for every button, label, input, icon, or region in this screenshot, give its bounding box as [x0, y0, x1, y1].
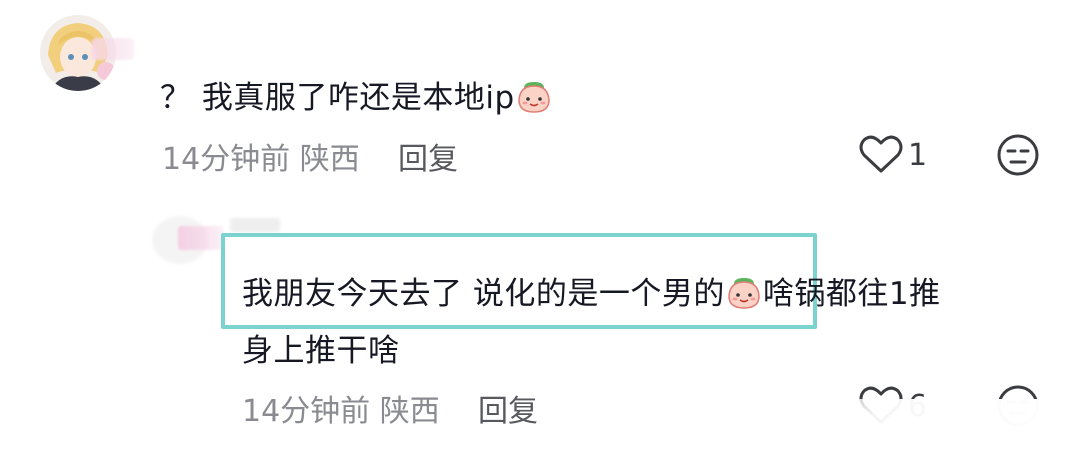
- comment-text-segment: ？ 我真服了咋还是本地ip: [160, 80, 515, 116]
- comment-text-line2: 身上推干啥: [242, 333, 400, 369]
- comment-location: 陕西: [379, 394, 440, 429]
- reply-button[interactable]: 回复: [398, 134, 458, 178]
- comment-meta: 14分钟前 陕西: [242, 386, 440, 430]
- watermark-overlay: [808, 399, 1070, 445]
- comment-location: 陕西: [299, 142, 360, 177]
- comment-text: ？ 我真服了咋还是本地ip: [160, 78, 553, 118]
- comment-text-segment: 我朋友今天去了 说化的是一个男的: [242, 276, 725, 312]
- comment-text: 我朋友今天去了 说化的是一个男的 啥锅都往1推: [242, 274, 941, 314]
- comment-time: 14分钟前: [242, 394, 371, 429]
- comment-time: 14分钟前: [162, 142, 291, 177]
- unamused-face-icon[interactable]: [996, 133, 1040, 177]
- username-privacy-blur: [178, 226, 224, 250]
- username-privacy-blur: [230, 218, 280, 232]
- reply-button[interactable]: 回复: [478, 386, 538, 430]
- comment-meta: 14分钟前 陕西: [162, 134, 360, 178]
- heart-icon[interactable]: [858, 133, 904, 175]
- like-count: 1: [908, 138, 928, 173]
- comment-text-segment: 啥锅都往1推: [762, 276, 941, 312]
- peach-smile-emoji-icon: [517, 82, 550, 113]
- username-privacy-blur: [92, 38, 134, 60]
- peach-smile-emoji-icon: [728, 278, 760, 309]
